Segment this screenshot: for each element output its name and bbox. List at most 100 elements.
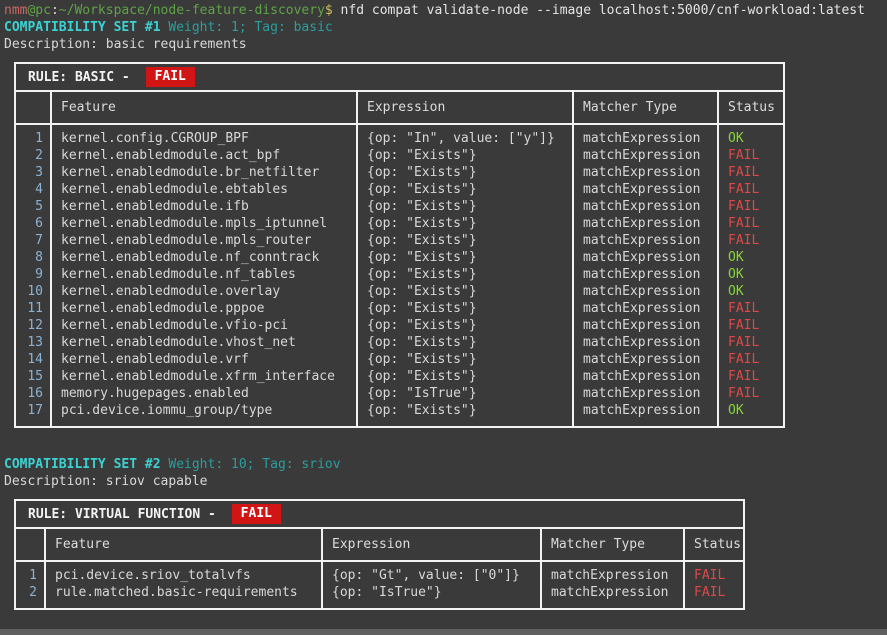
compat-set-2-meta: Weight: 10; Tag: sriov bbox=[161, 457, 341, 472]
table-cell: kernel.enabledmodule.nf_conntrack bbox=[52, 249, 356, 266]
table-cell: FAIL bbox=[719, 368, 783, 385]
column-expression: {op: "In", value: ["y"]}{op: "Exists"}{o… bbox=[356, 125, 572, 426]
rule-table-basic: RULE: BASIC - FAIL Feature Expression Ma… bbox=[14, 62, 785, 428]
table-cell: kernel.enabledmodule.act_bpf bbox=[52, 147, 356, 164]
spacer bbox=[4, 428, 887, 456]
table-cell: FAIL bbox=[719, 147, 783, 164]
col-header-expression: Expression bbox=[321, 529, 540, 560]
col-header-number bbox=[16, 92, 50, 123]
row-number: 17 bbox=[16, 402, 50, 419]
table-cell: {op: "Exists"} bbox=[358, 198, 572, 215]
terminal-screen[interactable]: nmm@pc:~/Workspace/node-feature-discover… bbox=[0, 0, 887, 610]
table-cell: FAIL bbox=[719, 385, 783, 402]
row-number: 1 bbox=[16, 130, 50, 147]
compat-set-2-description: Description: sriov capable bbox=[4, 473, 887, 490]
table-cell: kernel.config.CGROUP_BPF bbox=[52, 130, 356, 147]
table-cell: rule.matched.basic-requirements bbox=[46, 584, 321, 601]
compat-set-1-meta: Weight: 1; Tag: basic bbox=[161, 20, 333, 35]
table-cell: kernel.enabledmodule.overlay bbox=[52, 283, 356, 300]
table-cell: OK bbox=[719, 283, 783, 300]
prompt-line: nmm@pc:~/Workspace/node-feature-discover… bbox=[4, 2, 887, 19]
table-cell: kernel.enabledmodule.nf_tables bbox=[52, 266, 356, 283]
table-cell: FAIL bbox=[719, 317, 783, 334]
column-status: FAILFAIL bbox=[683, 562, 743, 608]
table-cell: FAIL bbox=[719, 351, 783, 368]
table-body: 12 pci.device.sriov_totalvfsrule.matched… bbox=[16, 562, 743, 608]
table-cell: matchExpression bbox=[574, 266, 717, 283]
compat-set-1-description: Description: basic requirements bbox=[4, 36, 887, 53]
table-cell: FAIL bbox=[719, 232, 783, 249]
table-cell: matchExpression bbox=[574, 300, 717, 317]
row-number: 4 bbox=[16, 181, 50, 198]
table-cell: {op: "Exists"} bbox=[358, 317, 572, 334]
table-cell: FAIL bbox=[719, 164, 783, 181]
row-number: 2 bbox=[16, 147, 50, 164]
col-header-status: Status bbox=[717, 92, 783, 123]
table-cell: kernel.enabledmodule.ifb bbox=[52, 198, 356, 215]
table-cell: FAIL bbox=[719, 198, 783, 215]
fail-status-badge: FAIL bbox=[146, 67, 195, 87]
col-header-feature: Feature bbox=[44, 529, 321, 560]
table-cell: matchExpression bbox=[542, 584, 683, 601]
row-number: 8 bbox=[16, 249, 50, 266]
table-cell: matchExpression bbox=[574, 147, 717, 164]
table-cell: {op: "In", value: ["y"]} bbox=[358, 130, 572, 147]
table-cell: matchExpression bbox=[574, 181, 717, 198]
table-cell: matchExpression bbox=[574, 164, 717, 181]
table-cell: matchExpression bbox=[574, 249, 717, 266]
column-matcher-type: matchExpressionmatchExpressionmatchExpre… bbox=[572, 125, 717, 426]
rule-table-virtual-function: RULE: VIRTUAL FUNCTION - FAIL Feature Ex… bbox=[14, 499, 745, 610]
row-number: 2 bbox=[16, 584, 44, 601]
table-cell: FAIL bbox=[685, 567, 743, 584]
table-cell: matchExpression bbox=[574, 317, 717, 334]
table-cell: {op: "Exists"} bbox=[358, 232, 572, 249]
row-number: 9 bbox=[16, 266, 50, 283]
table-cell: {op: "Exists"} bbox=[358, 215, 572, 232]
col-header-expression: Expression bbox=[356, 92, 572, 123]
table-cell: {op: "Exists"} bbox=[358, 181, 572, 198]
table-cell: FAIL bbox=[685, 584, 743, 601]
table-cell: kernel.enabledmodule.vhost_net bbox=[52, 334, 356, 351]
table-cell: {op: "Exists"} bbox=[358, 283, 572, 300]
table-cell: matchExpression bbox=[574, 351, 717, 368]
window-bottom-edge bbox=[0, 629, 887, 635]
table-cell: {op: "Exists"} bbox=[358, 351, 572, 368]
table-cell: pci.device.iommu_group/type bbox=[52, 402, 356, 419]
row-number: 16 bbox=[16, 385, 50, 402]
row-number: 14 bbox=[16, 351, 50, 368]
table-header-row: Feature Expression Matcher Type Status bbox=[16, 92, 783, 125]
col-header-status: Status bbox=[683, 529, 743, 560]
column-feature: kernel.config.CGROUP_BPFkernel.enabledmo… bbox=[50, 125, 356, 426]
table-cell: matchExpression bbox=[574, 215, 717, 232]
table-cell: OK bbox=[719, 249, 783, 266]
prompt-path: ~/Workspace/node-feature-discovery bbox=[59, 3, 325, 18]
table-cell: memory.hugepages.enabled bbox=[52, 385, 356, 402]
table-cell: OK bbox=[719, 402, 783, 419]
table-cell: matchExpression bbox=[574, 385, 717, 402]
table-cell: kernel.enabledmodule.xfrm_interface bbox=[52, 368, 356, 385]
compat-set-2-heading: COMPATIBILITY SET #2 Weight: 10; Tag: sr… bbox=[4, 456, 887, 473]
row-number: 1 bbox=[16, 567, 44, 584]
row-number: 10 bbox=[16, 283, 50, 300]
rule-title-label: RULE: VIRTUAL FUNCTION - bbox=[28, 507, 224, 522]
table-cell: {op: "IsTrue"} bbox=[358, 385, 572, 402]
rule-title-label: RULE: BASIC - bbox=[28, 70, 138, 85]
col-header-matcher-type: Matcher Type bbox=[540, 529, 683, 560]
table-cell: matchExpression bbox=[574, 130, 717, 147]
table-cell: {op: "Exists"} bbox=[358, 402, 572, 419]
table-cell: kernel.enabledmodule.vrf bbox=[52, 351, 356, 368]
row-number: 13 bbox=[16, 334, 50, 351]
column-row-numbers: 12 bbox=[16, 562, 44, 608]
compat-set-1-heading: COMPATIBILITY SET #1 Weight: 1; Tag: bas… bbox=[4, 19, 887, 36]
command-text: nfd compat validate-node --image localho… bbox=[333, 3, 865, 18]
table-cell: kernel.enabledmodule.mpls_router bbox=[52, 232, 356, 249]
table-cell: {op: "Gt", value: ["0"]} bbox=[323, 567, 540, 584]
row-number: 15 bbox=[16, 368, 50, 385]
fail-status-badge: FAIL bbox=[232, 504, 281, 524]
col-header-feature: Feature bbox=[50, 92, 356, 123]
table-cell: kernel.enabledmodule.pppoe bbox=[52, 300, 356, 317]
table-cell: {op: "Exists"} bbox=[358, 164, 572, 181]
table-cell: FAIL bbox=[719, 181, 783, 198]
col-header-matcher-type: Matcher Type bbox=[572, 92, 717, 123]
column-matcher-type: matchExpressionmatchExpression bbox=[540, 562, 683, 608]
